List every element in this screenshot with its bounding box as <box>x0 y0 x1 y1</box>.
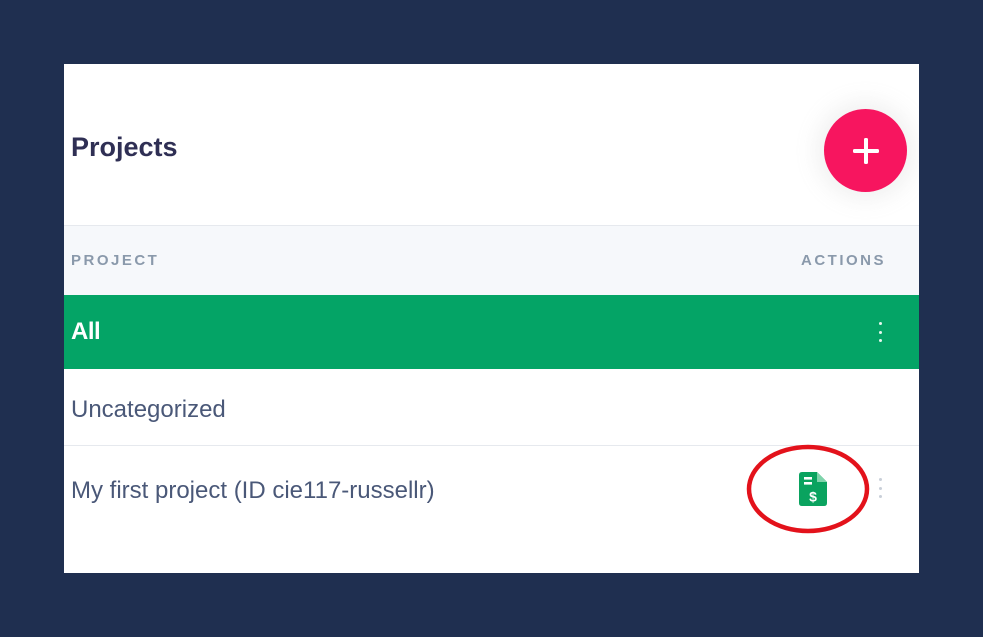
column-header-actions: ACTIONS <box>801 252 886 269</box>
more-vertical-icon[interactable] <box>875 322 885 342</box>
add-project-button[interactable] <box>824 109 907 192</box>
more-vertical-icon[interactable] <box>875 478 885 498</box>
project-name: All <box>71 318 101 345</box>
project-name: Uncategorized <box>71 396 226 423</box>
svg-text:$: $ <box>809 489 817 505</box>
projects-panel: Projects PROJECT ACTIONS All Uncategoriz… <box>64 64 919 573</box>
project-row-my-first-project[interactable]: My first project (ID cie117-russellr) $ <box>64 446 919 536</box>
project-name: My first project (ID cie117-russellr) <box>71 477 435 504</box>
table-header: PROJECT ACTIONS <box>64 226 919 295</box>
panel-header: Projects <box>64 64 919 226</box>
plus-icon <box>852 137 879 164</box>
project-row-uncategorized[interactable]: Uncategorized <box>64 369 919 446</box>
project-row-all[interactable]: All <box>64 295 919 369</box>
page-title: Projects <box>71 132 178 162</box>
billing-document-icon[interactable]: $ <box>799 472 827 506</box>
column-header-project: PROJECT <box>71 252 160 269</box>
